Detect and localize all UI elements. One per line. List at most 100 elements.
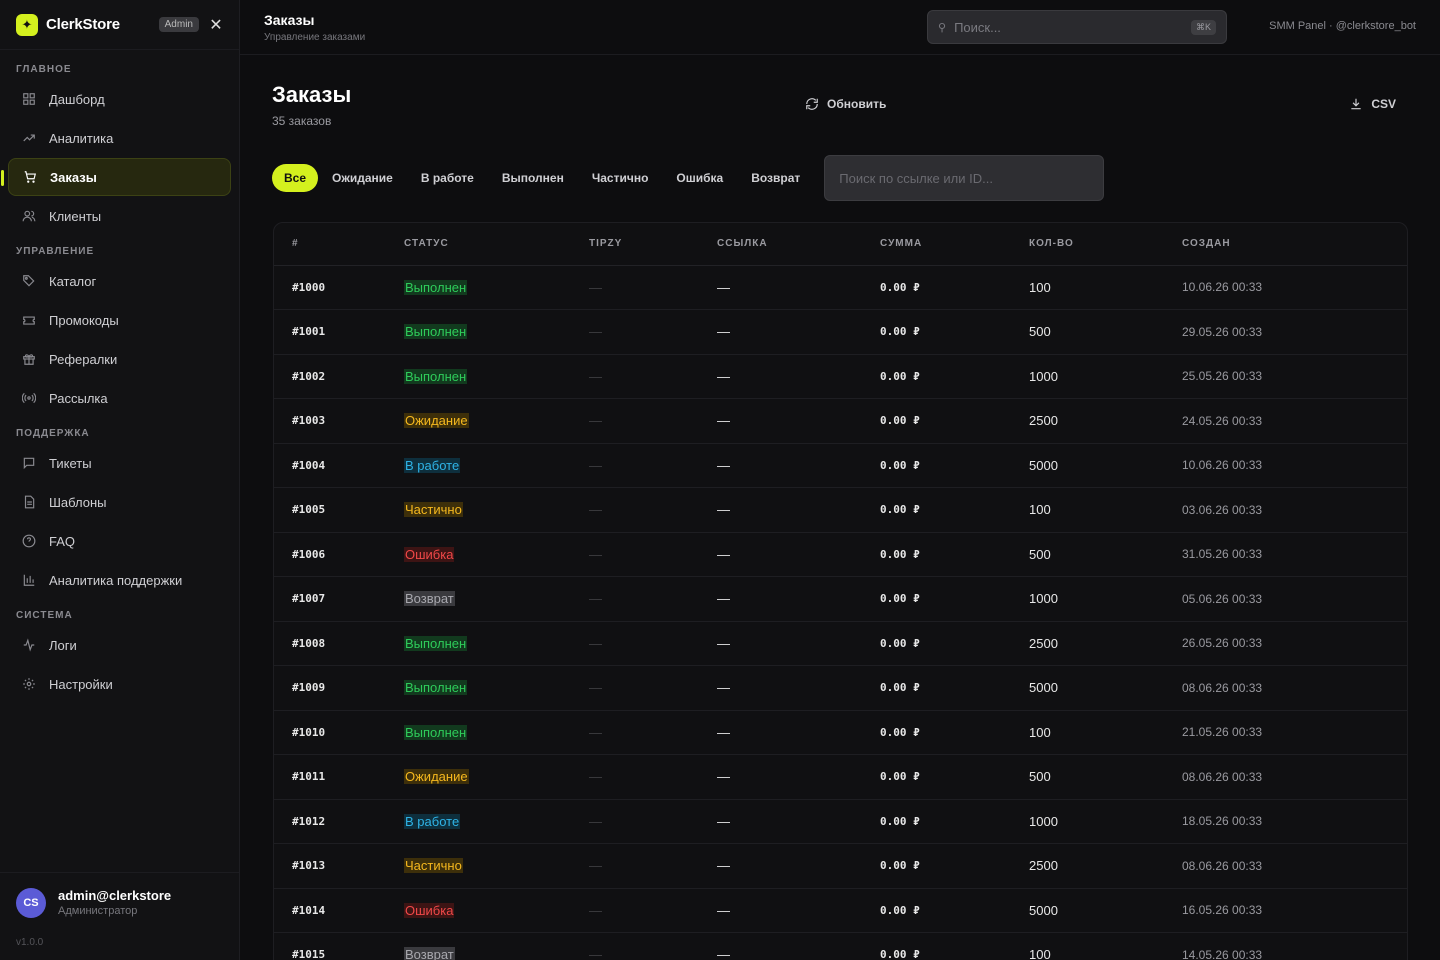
order-link[interactable]: —	[717, 280, 730, 295]
order-sum-cell: 0.00 ₽	[880, 265, 1029, 310]
order-created: 14.05.26 00:33	[1182, 947, 1263, 960]
order-created-cell: 18.05.26 00:33	[1182, 799, 1407, 844]
order-link[interactable]: —	[717, 502, 730, 517]
refresh-button[interactable]: Обновить	[805, 97, 886, 111]
sidebar-item[interactable]: Аналитика	[8, 119, 231, 157]
status-badge: В работе	[404, 813, 461, 829]
status-badge-cell: В работе	[404, 443, 589, 488]
column-header[interactable]: TIPZY	[589, 223, 717, 266]
table-row[interactable]: #1004 В работе — — 0.00 ₽ 5000 10.06.26 00:33	[274, 443, 1407, 488]
table-row[interactable]: #1005 Частично — — 0.00 ₽ 100 03.06.26 00:33	[274, 487, 1407, 533]
order-link[interactable]: —	[717, 769, 730, 784]
table-row[interactable]: #1000 Выполнен — — 0.00 ₽ 100 10.06.26 00:33	[274, 265, 1407, 310]
order-created: 08.06.26 00:33	[1182, 680, 1263, 695]
table-row[interactable]: #1001 Выполнен — — 0.00 ₽ 500 29.05.26 00:33	[274, 309, 1407, 355]
sidebar-item[interactable]: Заказы	[1, 158, 231, 196]
csv-export-button[interactable]: CSV	[1349, 97, 1396, 111]
sidebar-item[interactable]: Рассылка	[8, 379, 231, 417]
table-row[interactable]: #1003 Ожидание — — 0.00 ₽ 2500 24.05.26 00:33	[274, 398, 1407, 444]
page-header: Заказы 35 заказов	[272, 82, 351, 128]
orders-search-input[interactable]: Поиск по ссылке или ID...	[824, 155, 1105, 201]
csv-label: CSV	[1371, 97, 1396, 111]
column-header[interactable]: СОЗДАН	[1182, 223, 1407, 266]
table-row[interactable]: #1011 Ожидание — — 0.00 ₽ 500 08.06.26 00:33	[274, 754, 1407, 800]
column-header[interactable]: #	[274, 223, 404, 266]
order-created: 29.05.26 00:33	[1182, 324, 1263, 339]
sidebar-item[interactable]: Логи	[8, 626, 231, 664]
sidebar-item[interactable]: Рефералки	[8, 340, 231, 378]
tipzy-value: —	[589, 858, 602, 874]
table-row[interactable]: #1012 В работе — — 0.00 ₽ 1000 18.05.26 00:33	[274, 799, 1407, 844]
sidebar-item[interactable]: Настройки	[8, 665, 231, 703]
column-header[interactable]: КОЛ-ВО	[1029, 223, 1182, 266]
status-filter-tab[interactable]: Ожидание	[318, 164, 407, 192]
order-id-cell: #1001	[274, 309, 404, 355]
order-link[interactable]: —	[717, 814, 730, 829]
table-row[interactable]: #1007 Возврат — — 0.00 ₽ 1000 05.06.26 00:33	[274, 576, 1407, 622]
order-link[interactable]: —	[717, 858, 730, 873]
global-search-input[interactable]: ⚲ Поиск... ⌘K	[927, 10, 1227, 44]
brand-name: ClerkStore	[46, 16, 120, 33]
status-filter-tab[interactable]: Частично	[578, 164, 663, 192]
status-filter-tab[interactable]: Ошибка	[662, 164, 737, 192]
sidebar-item[interactable]: FAQ	[8, 522, 231, 560]
sidebar-item[interactable]: Дашборд	[8, 80, 231, 118]
sidebar-item[interactable]: Аналитика поддержки	[8, 561, 231, 599]
sidebar-item-label: Логи	[49, 637, 77, 653]
table-row[interactable]: #1010 Выполнен — — 0.00 ₽ 100 21.05.26 00:33	[274, 710, 1407, 755]
order-link[interactable]: —	[717, 591, 730, 606]
status-filter-tab[interactable]: Выполнен	[488, 164, 578, 192]
table-row[interactable]: #1006 Ошибка — — 0.00 ₽ 500 31.05.26 00:33	[274, 532, 1407, 577]
order-sum-cell: 0.00 ₽	[880, 398, 1029, 444]
order-id-cell: #1015	[274, 932, 404, 960]
order-link[interactable]: —	[717, 458, 730, 473]
status-badge: В работе	[404, 457, 461, 473]
activity-icon	[22, 638, 36, 652]
order-created-cell: 25.05.26 00:33	[1182, 354, 1407, 399]
sidebar-item[interactable]: Шаблоны	[8, 483, 231, 521]
table-row[interactable]: #1015 Возврат — — 0.00 ₽ 100 14.05.26 00:33	[274, 932, 1407, 960]
sidebar-item[interactable]: Тикеты	[8, 444, 231, 482]
table-row[interactable]: #1013 Частично — — 0.00 ₽ 2500 08.06.26 00:33	[274, 843, 1407, 889]
column-header[interactable]: СУММА	[880, 223, 1029, 266]
order-link[interactable]: —	[717, 636, 730, 651]
tipzy-value-cell: —	[589, 799, 717, 844]
user-profile[interactable]: CS admin@clerkstore Администратор	[0, 872, 239, 920]
order-link[interactable]: —	[717, 680, 730, 695]
order-created-cell: 26.05.26 00:33	[1182, 621, 1407, 666]
order-id: #1008	[292, 636, 326, 650]
order-link[interactable]: —	[717, 547, 730, 562]
order-link[interactable]: —	[717, 369, 730, 384]
status-badge-cell: Выполнен	[404, 354, 589, 399]
admin-badge: Admin	[158, 17, 199, 32]
tipzy-value: —	[589, 368, 602, 384]
sidebar-item[interactable]: Промокоды	[8, 301, 231, 339]
order-link-cell: —	[717, 532, 880, 577]
order-sum-cell: 0.00 ₽	[880, 710, 1029, 755]
column-header[interactable]: ССЫЛКА	[717, 223, 880, 266]
close-icon[interactable]: ✕	[209, 15, 223, 35]
table-row[interactable]: #1009 Выполнен — — 0.00 ₽ 5000 08.06.26 00:33	[274, 665, 1407, 711]
order-quantity-cell: 100	[1029, 710, 1182, 755]
order-link[interactable]: —	[717, 947, 730, 960]
table-row[interactable]: #1002 Выполнен — — 0.00 ₽ 1000 25.05.26 00:33	[274, 354, 1407, 399]
sidebar-item[interactable]: Клиенты	[8, 197, 231, 235]
status-badge-cell: Возврат	[404, 932, 589, 960]
order-id-cell: #1000	[274, 265, 404, 310]
order-created: 18.05.26 00:33	[1182, 814, 1263, 829]
orders-count: 35 заказов	[272, 114, 332, 128]
order-link[interactable]: —	[717, 903, 730, 918]
sidebar-item[interactable]: Каталог	[8, 262, 231, 300]
order-link[interactable]: —	[717, 324, 730, 339]
status-filter-tab[interactable]: Все	[272, 164, 319, 192]
column-header[interactable]: СТАТУС	[404, 223, 589, 266]
order-link[interactable]: —	[717, 725, 730, 740]
status-filter-tab[interactable]: В работе	[407, 164, 488, 192]
order-id: #1003	[292, 414, 326, 428]
status-filter-tab[interactable]: Возврат	[737, 164, 814, 192]
table-row[interactable]: #1008 Выполнен — — 0.00 ₽ 2500 26.05.26 00:33	[274, 621, 1407, 666]
table-row[interactable]: #1014 Ошибка — — 0.00 ₽ 5000 16.05.26 00:33	[274, 888, 1407, 933]
order-link[interactable]: —	[717, 413, 730, 428]
status-badge-cell: Выполнен	[404, 309, 589, 355]
tipzy-value-cell: —	[589, 443, 717, 488]
